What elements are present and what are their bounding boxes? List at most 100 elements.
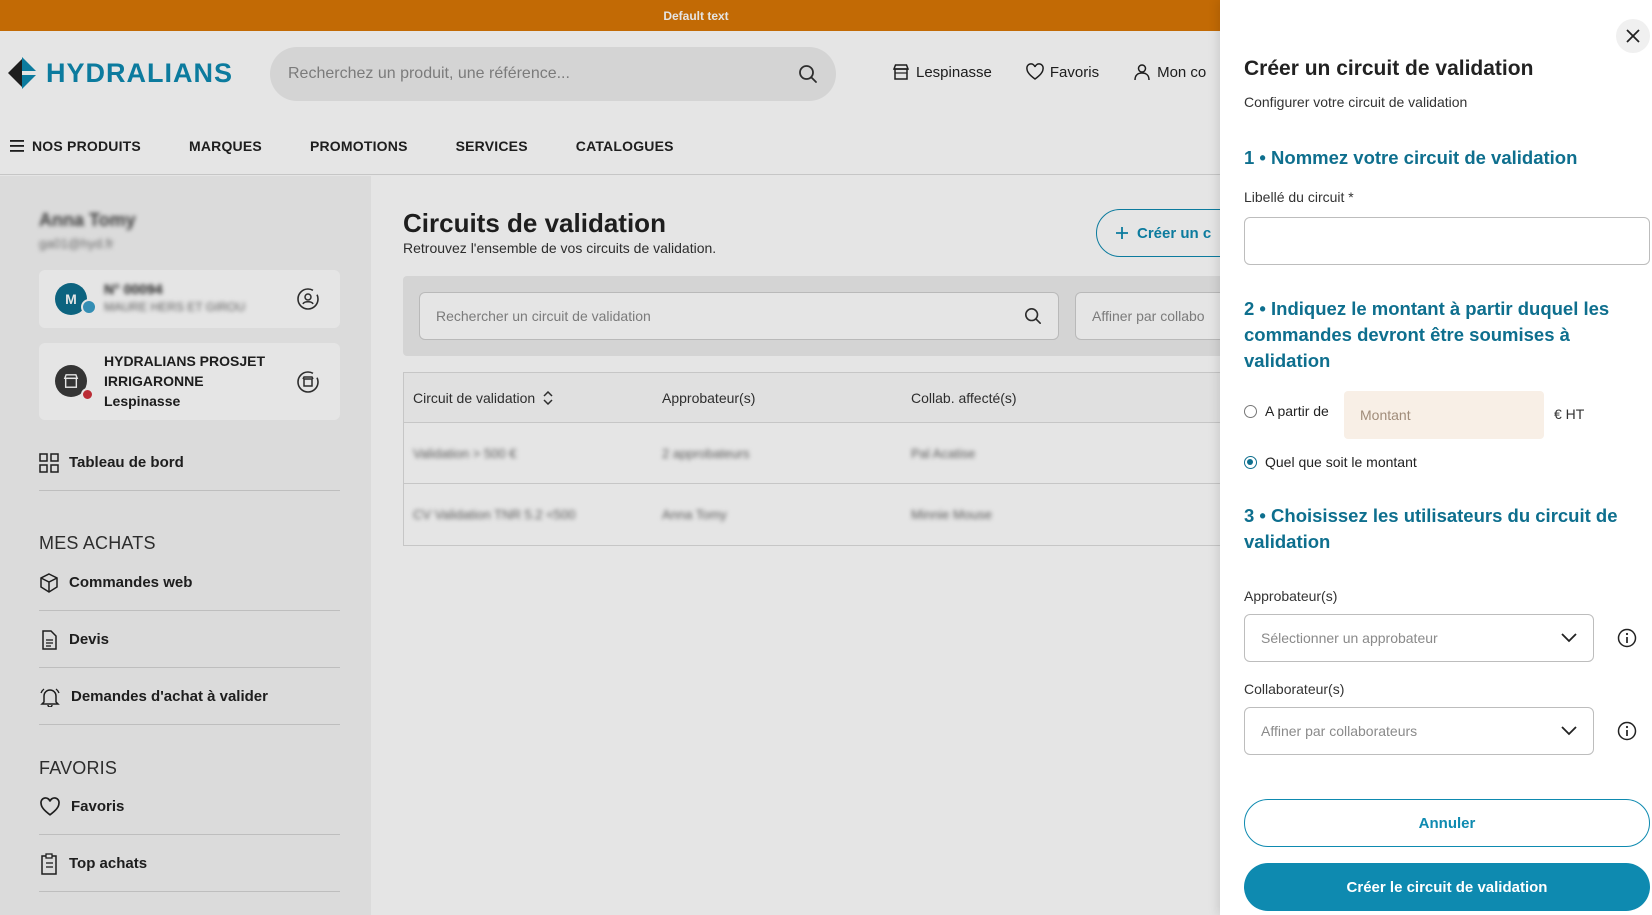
sidebar-item-top-purchases[interactable]: Top achats <box>39 836 340 892</box>
clipboard-icon <box>41 852 57 875</box>
search-placeholder: Recherchez un produit, une référence... <box>288 65 570 82</box>
heart-icon <box>40 796 60 816</box>
sidebar-item-label: Tableau de bord <box>69 454 184 471</box>
account-link[interactable]: Mon co <box>1133 63 1206 81</box>
cell-collaborators: Minnie Mouse <box>911 507 992 522</box>
collaborator-filter-placeholder: Affiner par collabo <box>1092 308 1205 324</box>
status-badge <box>81 388 94 401</box>
user-name: Anna Tomy <box>39 210 136 230</box>
product-search[interactable]: Recherchez un produit, une référence... <box>270 47 836 101</box>
nav-products[interactable]: NOS PRODUITS <box>10 138 141 154</box>
bell-icon <box>40 687 60 707</box>
create-circuit-label: Créer un c <box>1137 224 1212 242</box>
create-circuit-drawer: Créer un circuit de validation Configure… <box>1220 0 1652 915</box>
section-favorites: FAVORIS <box>39 758 118 778</box>
radio-any-amount-label: Quel que soit le montant <box>1265 454 1417 470</box>
sidebar-item-label: Commandes web <box>69 574 193 591</box>
document-icon <box>42 629 57 650</box>
switch-store-icon <box>297 370 319 393</box>
favorites-label: Favoris <box>1049 63 1100 81</box>
sidebar-item-purchase-requests[interactable]: Demandes d'achat à valider <box>39 669 340 725</box>
favorites-link[interactable]: Favoris <box>1026 63 1099 81</box>
circuit-search-placeholder: Rechercher un circuit de validation <box>436 308 651 324</box>
table-header: Circuit de validation Approbateur(s) Col… <box>404 373 1302 423</box>
close-button[interactable] <box>1616 19 1650 53</box>
grid-icon <box>39 452 59 473</box>
store-link[interactable]: Lespinasse <box>892 63 992 81</box>
logo[interactable]: HYDRALIANS <box>8 57 233 89</box>
circuit-name-input[interactable] <box>1244 217 1650 265</box>
account-number: N° 00094 <box>104 281 163 297</box>
info-icon <box>1617 628 1637 648</box>
sidebar-item-label: Top achats <box>69 855 148 872</box>
verified-badge-icon <box>81 299 97 315</box>
table-row[interactable]: Validation > 500 € 2 approbateurs Pal Ac… <box>404 423 1302 484</box>
nav-promotions[interactable]: PROMOTIONS <box>310 138 408 154</box>
nav-brands[interactable]: MARQUES <box>189 138 262 154</box>
approvers-select[interactable]: Sélectionner un approbateur <box>1244 614 1594 662</box>
header-links: Lespinasse Favoris Mon co <box>892 63 1206 81</box>
user-icon <box>1134 64 1150 81</box>
amount-input[interactable]: Montant <box>1344 391 1544 439</box>
amount-placeholder: Montant <box>1360 407 1411 423</box>
user-email: ga01@hyd.fr <box>39 236 114 251</box>
store-label: Lespinasse <box>916 63 992 81</box>
table-row[interactable]: CV Validation TNR 5.2 <500 Anna Tomy Min… <box>404 484 1302 545</box>
approvers-placeholder: Sélectionner un approbateur <box>1261 630 1438 646</box>
column-header-circuit[interactable]: Circuit de validation <box>404 390 653 406</box>
approvers-info-button[interactable] <box>1617 628 1637 648</box>
circuits-table: Circuit de validation Approbateur(s) Col… <box>403 372 1303 546</box>
sidebar-item-quotes[interactable]: Devis <box>39 612 340 668</box>
radio-from-amount[interactable]: A partir de <box>1244 403 1329 419</box>
step-1-heading: 1 • Nommez votre circuit de validation <box>1244 147 1578 168</box>
collaborators-select[interactable]: Affiner par collaborateurs <box>1244 707 1594 755</box>
radio-from-amount-input[interactable] <box>1244 404 1257 418</box>
cell-circuit: CV Validation TNR 5.2 <500 <box>413 507 576 522</box>
logo-icon <box>8 57 36 89</box>
logo-text: HYDRALIANS <box>46 57 234 88</box>
store-icon <box>63 374 79 388</box>
collaborators-info-button[interactable] <box>1617 721 1637 741</box>
page-title: Circuits de validation <box>403 208 666 238</box>
switch-account-button[interactable] <box>296 287 320 311</box>
cell-circuit: Validation > 500 € <box>413 445 517 461</box>
step-2-heading: 2 • Indiquez le montant à partir duquel … <box>1244 298 1610 371</box>
sidebar-item-label: Favoris <box>71 798 125 815</box>
menu-icon <box>10 139 24 152</box>
radio-any-amount[interactable]: Quel que soit le montant <box>1244 454 1417 470</box>
column-header-collaborators: Collab. affecté(s) <box>911 389 1017 406</box>
page-subtitle: Retrouvez l'ensemble de vos circuits de … <box>403 240 717 256</box>
sidebar-item-web-orders[interactable]: Commandes web <box>39 555 340 611</box>
nav-catalogues[interactable]: CATALOGUES <box>576 138 674 154</box>
sidebar-item-label: Devis <box>69 631 110 648</box>
sidebar-item-dashboard[interactable]: Tableau de bord <box>39 435 340 491</box>
nav-products-label: NOS PRODUITS <box>32 137 141 154</box>
cell-collaborators: Pal Acatise <box>911 445 976 461</box>
cancel-button[interactable]: Annuler <box>1244 799 1650 847</box>
switch-agency-button[interactable] <box>296 370 320 394</box>
collaborators-label: Collaborateur(s) <box>1244 681 1345 697</box>
cell-approvers: 2 approbateurs <box>662 445 750 461</box>
sort-icon[interactable] <box>543 390 553 405</box>
search-icon[interactable] <box>798 64 818 84</box>
info-icon <box>1617 721 1637 741</box>
nav-services[interactable]: SERVICES <box>456 138 528 154</box>
radio-any-amount-input[interactable] <box>1244 455 1257 469</box>
sidebar-item-favorites[interactable]: Favoris <box>39 779 340 835</box>
agency-card: HYDRALIANS PROSJET IRRIGARONNE Lespinass… <box>39 343 340 420</box>
circuit-search-input[interactable]: Rechercher un circuit de validation <box>419 292 1059 340</box>
plus-icon <box>1116 227 1128 239</box>
step-3-heading: 3 • Choisissez les utilisateurs du circu… <box>1244 505 1618 552</box>
create-circuit-submit-button[interactable]: Créer le circuit de validation <box>1244 863 1650 911</box>
package-icon <box>40 572 58 593</box>
cell-approvers: Anna Tomy <box>662 507 727 522</box>
column-header-approvers: Approbateur(s) <box>662 389 756 406</box>
store-icon <box>892 64 910 80</box>
account-card: M N° 00094 MAURE HERS ET GIROU <box>39 270 340 328</box>
filter-bar: Rechercher un circuit de validation Affi… <box>403 276 1303 356</box>
search-icon[interactable] <box>1024 307 1042 325</box>
switch-user-icon <box>297 288 319 310</box>
account-label: Mon co <box>1157 63 1207 81</box>
circuit-name-label: Libellé du circuit * <box>1244 189 1354 205</box>
approvers-label: Approbateur(s) <box>1244 588 1338 604</box>
